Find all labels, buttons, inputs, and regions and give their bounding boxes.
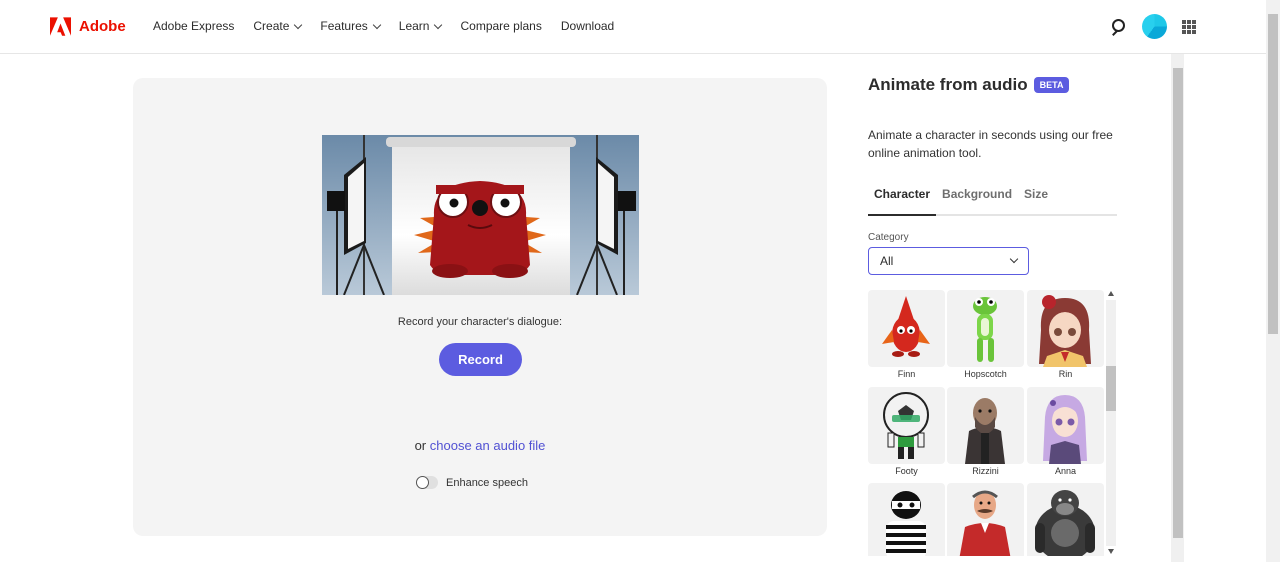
scroll-down-icon[interactable]: [1108, 549, 1114, 554]
toggle-switch[interactable]: [416, 476, 438, 489]
anna-character-image: [1043, 395, 1087, 464]
chevron-down-icon: [294, 20, 303, 29]
nav-label: Download: [560, 19, 615, 33]
character-thumbnail: [868, 387, 945, 464]
nav-compare-plans[interactable]: Compare plans: [460, 19, 541, 33]
scrollbar-thumb[interactable]: [1268, 14, 1278, 334]
scroll-up-icon[interactable]: [1108, 291, 1114, 296]
chevron-down-icon: [434, 20, 443, 29]
photo-studio-illustration: [322, 135, 639, 295]
nav-features[interactable]: Features: [320, 19, 382, 33]
character-thumbnail: [1027, 483, 1104, 556]
mustache-man-character-image: [959, 490, 1011, 556]
finn-character-image: [882, 296, 930, 357]
nav-label: Learn: [398, 19, 430, 33]
header-actions: [1108, 14, 1196, 39]
nav-label: Adobe Express: [153, 19, 235, 33]
scrollbar-thumb[interactable]: [1106, 366, 1116, 411]
choose-audio-file-link[interactable]: choose an audio file: [430, 438, 546, 453]
character-card-footy[interactable]: Footy: [868, 387, 945, 476]
panel-scrollbar[interactable]: [1171, 54, 1184, 562]
search-icon[interactable]: [1108, 18, 1126, 36]
nav-download[interactable]: Download: [561, 19, 614, 33]
character-card-rin[interactable]: Rin: [1027, 290, 1104, 379]
character-grid: Finn Hopscotch Rin Footy Rizzini Anna: [868, 290, 1108, 556]
nav-label: Features: [320, 19, 368, 33]
nav-learn[interactable]: Learn: [398, 19, 443, 33]
character-card-hopscotch[interactable]: Hopscotch: [947, 290, 1024, 379]
category-select[interactable]: All: [868, 247, 1029, 275]
brand-name: Adobe: [79, 18, 126, 35]
nav-label: Compare plans: [460, 19, 542, 33]
footy-character-image: [883, 392, 929, 459]
avatar[interactable]: [1142, 14, 1167, 39]
character-card-gorilla[interactable]: [1027, 483, 1104, 556]
character-thumbnail: [1027, 387, 1104, 464]
dialogue-prompt: Record your character's dialogue:: [397, 316, 563, 328]
main-nav: Adobe Express Create Features Learn Comp…: [153, 19, 633, 33]
tab-character[interactable]: Character: [868, 187, 937, 216]
character-card-anna[interactable]: Anna: [1027, 387, 1104, 476]
choose-audio-line: or choose an audio file: [133, 438, 827, 453]
character-card-rizzini[interactable]: Rizzini: [947, 387, 1024, 476]
character-name: Anna: [1054, 466, 1077, 476]
burglar-character-image: [886, 491, 926, 556]
character-thumbnail: [868, 290, 945, 367]
character-card-burglar[interactable]: [868, 483, 945, 556]
page-scrollbar[interactable]: [1266, 0, 1280, 562]
category-value: All: [880, 254, 894, 268]
character-list-scrollbar[interactable]: [1105, 290, 1117, 556]
character-thumbnail: [868, 483, 945, 556]
panel-header: Animate from audio BETA: [868, 75, 1070, 95]
nav-adobe-express[interactable]: Adobe Express: [153, 19, 234, 33]
character-thumbnail: [947, 387, 1024, 464]
tab-background[interactable]: Background: [936, 187, 1018, 214]
hopscotch-character-image: [973, 297, 997, 362]
panel-description: Animate a character in seconds using our…: [868, 128, 1113, 160]
choose-prefix: or: [414, 438, 427, 453]
character-name: Hopscotch: [964, 369, 1007, 379]
rin-character-image: [1039, 295, 1091, 367]
character-thumbnail: [947, 290, 1024, 367]
enhance-speech-toggle[interactable]: Enhance speech: [416, 476, 528, 489]
character-thumbnail: [947, 483, 1024, 556]
character-name: Footy: [895, 466, 918, 476]
record-button[interactable]: Record: [439, 343, 522, 376]
enhance-speech-label: Enhance speech: [446, 476, 528, 489]
top-navigation: Adobe Adobe Express Create Features Lear…: [0, 0, 1266, 54]
character-preview: [322, 135, 639, 295]
beta-badge: BETA: [1033, 77, 1070, 93]
character-thumbnail: [1027, 290, 1104, 367]
chevron-down-icon: [1009, 254, 1019, 264]
character-card-finn[interactable]: Finn: [868, 290, 945, 379]
chevron-down-icon: [372, 20, 382, 29]
category-label: Category: [868, 232, 909, 243]
character-name: Rin: [1058, 369, 1073, 379]
app-switcher-icon[interactable]: [1182, 19, 1196, 34]
nav-create[interactable]: Create: [253, 19, 303, 33]
tab-size[interactable]: Size: [1018, 187, 1054, 214]
scrollbar-track: [1106, 300, 1116, 546]
gorilla-character-image: [1035, 490, 1095, 556]
panel-tabs: Character Background Size: [868, 187, 1117, 216]
character-name: Rizzini: [972, 466, 999, 476]
rizzini-character-image: [965, 398, 1005, 464]
character-card-mustache-man[interactable]: [947, 483, 1024, 556]
nav-label: Create: [253, 19, 290, 33]
scrollbar-thumb[interactable]: [1173, 68, 1183, 538]
animation-stage: Record your character's dialogue: Record…: [133, 78, 827, 536]
adobe-logo-icon: [50, 17, 71, 36]
panel-title: Animate from audio: [868, 75, 1028, 94]
character-name: Finn: [897, 369, 916, 379]
adobe-logo[interactable]: Adobe: [50, 17, 126, 36]
